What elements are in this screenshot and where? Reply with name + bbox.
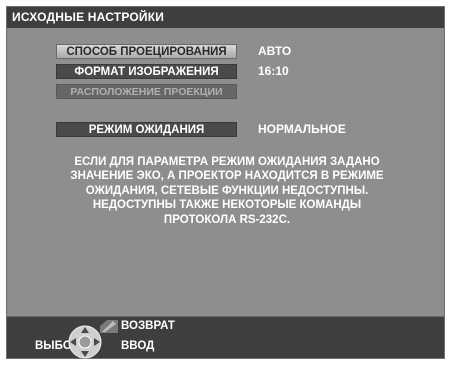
note-line: НЕДОСТУПНЫ ТАКЖЕ НЕКОТОРЫЕ КОМАНДЫ xyxy=(92,199,362,212)
dpad-icon xyxy=(68,325,102,359)
menu-value-projection-method: АВТО xyxy=(258,44,292,58)
note-line: ЕСЛИ ДЛЯ ПАРАМЕТРА РЕЖИМ ОЖИДАНИЯ ЗАДАНО xyxy=(74,156,380,168)
return-hint: ВОЗВРАТ xyxy=(121,320,175,332)
osd-menu: ИСХОДНЫЕ НАСТРОЙКИ СПОСОБ ПРОЕЦИРОВАНИЯ … xyxy=(6,6,445,359)
note-line: ОЖИДАНИЯ, СЕТЕВЫЕ ФУНКЦИИ НЕДОСТУПНЫ. xyxy=(85,184,369,197)
menu-value-aspect-format: 16:10 xyxy=(258,64,289,78)
menu-item-standby-mode[interactable]: РЕЖИМ ОЖИДАНИЯ xyxy=(56,122,237,137)
screen-frame: ИСХОДНЫЕ НАСТРОЙКИ СПОСОБ ПРОЕЦИРОВАНИЯ … xyxy=(0,0,450,365)
note-line: ЗНАЧЕНИЕ ЭКО, А ПРОЕКТОР НАХОДИТСЯ В РЕЖ… xyxy=(70,170,384,183)
menu-title: ИСХОДНЫЕ НАСТРОЙКИ xyxy=(7,7,444,28)
menu-item-projection-position: РАСПОЛОЖЕНИЕ ПРОЕКЦИИ xyxy=(56,84,237,99)
standby-note: ЕСЛИ ДЛЯ ПАРАМЕТРА РЕЖИМ ОЖИДАНИЯ ЗАДАНО… xyxy=(37,155,417,227)
menu-value-standby-mode: НОРМАЛЬНОЕ xyxy=(258,122,346,136)
return-icon xyxy=(100,320,118,333)
menu-item-projection-method[interactable]: СПОСОБ ПРОЕЦИРОВАНИЯ xyxy=(56,44,237,59)
menu-item-aspect-format[interactable]: ФОРМАТ ИЗОБРАЖЕНИЯ xyxy=(56,64,237,79)
footer-bar: ВЫБОР ВОЗВРАТ ВВОД xyxy=(7,317,444,359)
enter-hint: ВВОД xyxy=(121,340,155,352)
note-line: ПРОТОКОЛА RS-232C. xyxy=(163,213,291,226)
